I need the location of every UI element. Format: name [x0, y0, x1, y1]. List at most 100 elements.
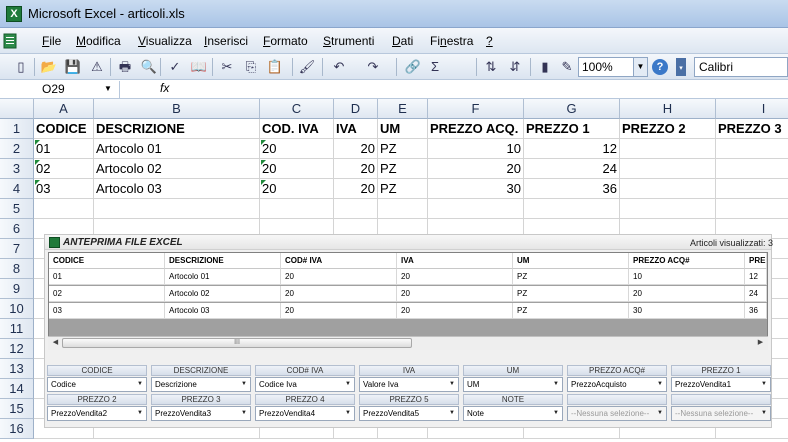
mapping-field-select[interactable]: Codice Iva ▼ [255, 377, 355, 392]
preview-cell[interactable]: 24 [745, 286, 767, 302]
cell-C2[interactable]: 20 [260, 139, 334, 159]
font-name-select[interactable]: Calibri [694, 57, 788, 77]
row-header-3[interactable]: 3 [0, 159, 34, 179]
preview-cell[interactable]: PZ [513, 303, 629, 319]
column-header-C[interactable]: C [260, 99, 334, 119]
column-header-B[interactable]: B [94, 99, 260, 119]
preview-cell[interactable]: 12 [745, 269, 767, 285]
cell-F5[interactable] [428, 199, 524, 219]
chevron-down-icon[interactable]: ▼ [345, 378, 351, 391]
cell-C4[interactable]: 20 [260, 179, 334, 199]
row-header-2[interactable]: 2 [0, 139, 34, 159]
cell-E1[interactable]: UM [378, 119, 428, 139]
row-header-8[interactable]: 8 [0, 259, 34, 279]
help-icon[interactable]: ? [652, 59, 668, 75]
cell-E3[interactable]: PZ [378, 159, 428, 179]
preview-cell[interactable]: 02 [49, 286, 165, 302]
cell-E2[interactable]: PZ [378, 139, 428, 159]
open-icon[interactable]: 📂 [40, 58, 58, 76]
cell-I2[interactable] [716, 139, 788, 159]
menu-item-8[interactable]: ? [486, 34, 493, 48]
row-header-1[interactable]: 1 [0, 119, 34, 139]
mapping-field-select[interactable]: Note ▼ [463, 406, 563, 421]
preview-cell[interactable]: 20 [281, 303, 397, 319]
preview-cell[interactable]: 20 [629, 286, 745, 302]
mapping-field-select[interactable]: UM ▼ [463, 377, 563, 392]
cell-C3[interactable]: 20 [260, 159, 334, 179]
cell-G3[interactable]: 24 [524, 159, 620, 179]
mapping-field-select[interactable]: Descrizione ▼ [151, 377, 251, 392]
preview-cell[interactable]: PZ [513, 286, 629, 302]
row-header-12[interactable]: 12 [0, 339, 34, 359]
cell-B1[interactable]: DESCRIZIONE [94, 119, 260, 139]
mapping-field-select[interactable]: --Nessuna selezione-- ▼ [671, 406, 771, 421]
row-header-13[interactable]: 13 [0, 359, 34, 379]
cell-G5[interactable] [524, 199, 620, 219]
preview-cell[interactable]: Artocolo 03 [165, 303, 281, 319]
menu-item-4[interactable]: Formato [263, 34, 308, 48]
permission-icon[interactable]: ⚠ [88, 58, 106, 76]
preview-cell[interactable]: 20 [397, 286, 513, 302]
preview-column-header[interactable]: IVA [397, 253, 513, 269]
mapping-field-select[interactable]: PrezzoVendita1 ▼ [671, 377, 771, 392]
select-all-corner[interactable] [0, 99, 34, 119]
row-header-7[interactable]: 7 [0, 239, 34, 259]
chevron-down-icon[interactable]: ▼ [657, 407, 663, 420]
cell-B3[interactable]: Artocolo 02 [94, 159, 260, 179]
cell-A4[interactable]: 03 [34, 179, 94, 199]
spelling-icon[interactable]: ✓ [166, 58, 184, 76]
menu-item-3[interactable]: Inserisci [204, 34, 248, 48]
mapping-field-select[interactable]: --Nessuna selezione-- ▼ [567, 406, 667, 421]
menu-item-0[interactable]: File [42, 34, 61, 48]
cell-B4[interactable]: Artocolo 03 [94, 179, 260, 199]
chevron-down-icon[interactable]: ▼ [553, 407, 559, 420]
preview-cell[interactable]: 10 [629, 269, 745, 285]
fx-icon[interactable]: fx [160, 81, 169, 95]
cell-B5[interactable] [94, 199, 260, 219]
cell-C5[interactable] [260, 199, 334, 219]
preview-column-header[interactable]: UM [513, 253, 629, 269]
cell-A5[interactable] [34, 199, 94, 219]
cell-F3[interactable]: 20 [428, 159, 524, 179]
cell-H4[interactable] [620, 179, 716, 199]
cell-D3[interactable]: 20 [334, 159, 378, 179]
menu-item-5[interactable]: Strumenti [323, 34, 374, 48]
chevron-down-icon[interactable]: ▼ [449, 407, 455, 420]
preview-cell[interactable]: 20 [397, 303, 513, 319]
cell-D4[interactable]: 20 [334, 179, 378, 199]
mapping-field-select[interactable]: PrezzoVendita2 ▼ [47, 406, 147, 421]
undo-icon[interactable]: ↶ [330, 58, 348, 76]
preview-column-header[interactable]: PREZZO ACQ# [629, 253, 745, 269]
column-header-A[interactable]: A [34, 99, 94, 119]
cell-E4[interactable]: PZ [378, 179, 428, 199]
cell-D5[interactable] [334, 199, 378, 219]
toolbar-options-icon[interactable]: ▾ [676, 58, 686, 76]
preview-column-header[interactable]: DESCRIZIONE [165, 253, 281, 269]
autosum-icon[interactable]: Σ [426, 58, 444, 76]
column-header-E[interactable]: E [378, 99, 428, 119]
cell-H2[interactable] [620, 139, 716, 159]
copy-icon[interactable]: ⎘ [242, 58, 260, 76]
format-painter-icon[interactable]: 🖌 [298, 58, 316, 76]
paste-icon[interactable]: 📋 [266, 58, 284, 76]
chevron-down-icon[interactable]: ▼ [137, 378, 143, 391]
cell-D1[interactable]: IVA [334, 119, 378, 139]
cell-I3[interactable] [716, 159, 788, 179]
chevron-down-icon[interactable]: ▼ [657, 378, 663, 391]
cell-C1[interactable]: COD. IVA [260, 119, 334, 139]
preview-column-header[interactable]: CODICE [49, 253, 165, 269]
chevron-down-icon[interactable]: ▼ [345, 407, 351, 420]
cell-I4[interactable] [716, 179, 788, 199]
cell-H5[interactable] [620, 199, 716, 219]
mapping-field-select[interactable]: Codice ▼ [47, 377, 147, 392]
cut-icon[interactable]: ✂ [218, 58, 236, 76]
drawing-icon[interactable]: ✎ [558, 58, 576, 76]
chevron-down-icon[interactable]: ▼ [241, 378, 247, 391]
cell-I5[interactable] [716, 199, 788, 219]
cell-F2[interactable]: 10 [428, 139, 524, 159]
preview-cell[interactable]: 01 [49, 269, 165, 285]
row-header-14[interactable]: 14 [0, 379, 34, 399]
scrollbar-thumb[interactable]: III [62, 338, 412, 348]
chevron-down-icon[interactable]: ▼ [449, 378, 455, 391]
cell-I1[interactable]: PREZZO 3 [716, 119, 788, 139]
